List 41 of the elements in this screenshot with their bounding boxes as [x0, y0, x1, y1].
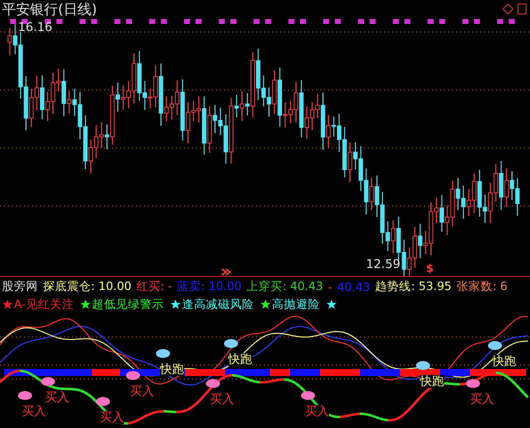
indicator-readout: 蓝卖: 10.00: [177, 279, 242, 294]
double-arrow-icon: [221, 268, 232, 276]
gem-icon: [224, 339, 238, 348]
signal-label: 快跑: [492, 355, 516, 368]
gem-icon: [206, 379, 220, 388]
legend-label: 超低见绿警示: [92, 297, 164, 312]
signal-label: 买入: [210, 393, 234, 406]
gem-icon: [156, 349, 170, 358]
chart-title: 平安银行(日线): [2, 1, 97, 19]
legend-label: 高抛避险: [272, 297, 320, 312]
gem-icon: [41, 377, 55, 386]
gem-icon: [18, 391, 32, 400]
pane-control-icon[interactable]: [502, 3, 526, 15]
gem-icon: [466, 379, 480, 388]
legend-label: 逢高减磁风险: [182, 297, 254, 312]
indicator-readout: 红买: -: [136, 279, 172, 294]
signal-label: 快跑: [420, 375, 444, 388]
indicator-readout: 探底震仓: 10.00: [43, 279, 132, 294]
indicator-readout: 张家数: 6: [456, 279, 508, 294]
signal-label: 买入: [305, 405, 329, 418]
indicator-name: 股旁网: [2, 279, 38, 294]
indicator-readout: -: [328, 280, 332, 294]
signal-mark: $: [426, 262, 434, 275]
signal-label: 买入: [45, 391, 69, 404]
gem-icon: [126, 371, 140, 380]
signal-label: 买入: [22, 405, 46, 418]
gem-icon: [416, 361, 430, 370]
legend-label: A-见红关注: [14, 297, 74, 312]
signal-label: 买入: [100, 411, 124, 424]
gem-icon: [96, 397, 110, 406]
indicator-readout: 趋势线: 53.95: [375, 279, 452, 294]
signal-label: 快跑: [228, 353, 252, 366]
signal-label: 快跑: [160, 363, 184, 376]
indicator-readout: 上穿买: 40.43: [246, 279, 324, 294]
indicator-readout: 40.43: [337, 280, 370, 294]
price-label: 12.59: [366, 257, 400, 271]
signal-label: 买入: [470, 393, 494, 406]
price-label: 16.16: [18, 20, 52, 34]
gem-icon: [301, 391, 315, 400]
gem-icon: [488, 341, 502, 350]
signal-label: 买入: [130, 385, 154, 398]
